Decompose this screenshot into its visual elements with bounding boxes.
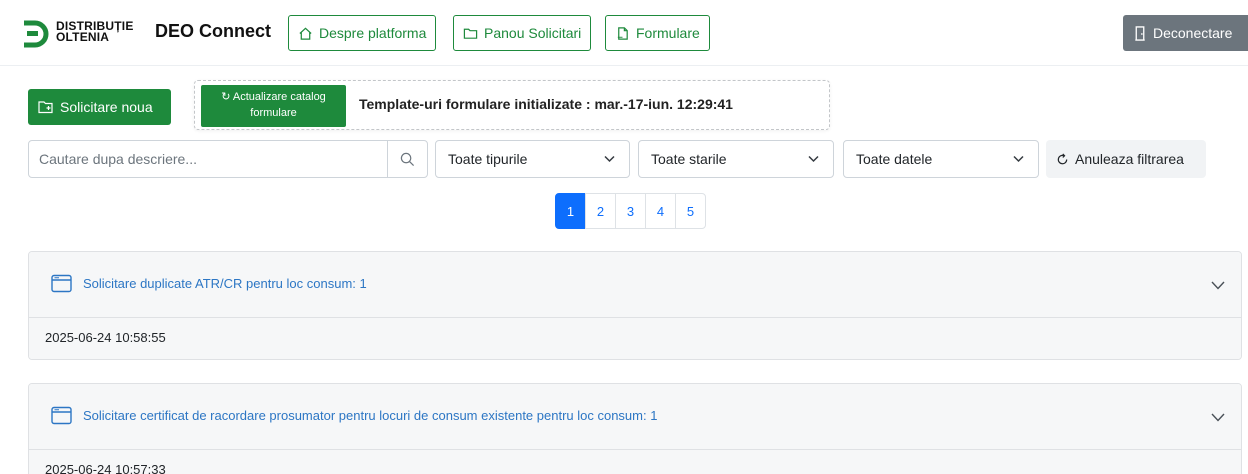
request-title-link[interactable]: Solicitare certificat de racordare prosu… — [83, 408, 657, 423]
page-5-button[interactable]: 5 — [675, 193, 706, 229]
window-icon — [51, 274, 72, 293]
distributie-oltenia-logo-icon — [24, 20, 49, 48]
new-folder-icon — [38, 101, 53, 114]
request-date: 2025-06-24 10:57:33 — [45, 462, 166, 474]
folder-icon — [463, 28, 478, 39]
nav-panou-solicitari-button[interactable]: Panou Solicitari — [453, 15, 592, 51]
page-3-button[interactable]: 3 — [615, 193, 646, 229]
page-2-button[interactable]: 2 — [585, 193, 616, 229]
catalog-status-text: Template-uri formulare initializate : ma… — [359, 96, 733, 112]
door-icon — [1135, 25, 1145, 41]
search-input[interactable] — [28, 140, 388, 178]
chevron-down-icon — [808, 155, 819, 163]
update-catalog-label: Actualizare catalog — [232, 91, 326, 103]
request-card-body: 2025-06-24 10:58:55 — [29, 318, 1241, 359]
state-filter-select[interactable]: Toate starile — [638, 140, 834, 178]
request-card-header[interactable]: Solicitare certificat de racordare prosu… — [29, 384, 1241, 450]
new-request-label: Solicitare noua — [60, 99, 153, 115]
reset-filters-button[interactable]: Anuleaza filtrarea — [1046, 140, 1206, 178]
chevron-down-icon — [604, 155, 615, 163]
logout-button[interactable]: Deconectare — [1123, 15, 1248, 51]
home-icon — [299, 27, 312, 40]
request-card: Solicitare duplicate ATR/CR pentru loc c… — [28, 251, 1242, 360]
update-catalog-button[interactable]: ↻ Actualizare catalog formulare — [201, 85, 346, 127]
chevron-down-icon[interactable] — [1211, 281, 1225, 290]
type-filter-select[interactable]: Toate tipurile — [435, 140, 630, 178]
nav-formulare-button[interactable]: Formulare — [605, 15, 710, 51]
chevron-down-icon[interactable] — [1211, 413, 1225, 422]
state-filter-value: Toate starile — [651, 151, 727, 167]
pagination: 1 2 3 4 5 — [555, 193, 706, 229]
page-1-button[interactable]: 1 — [555, 193, 586, 229]
search-icon — [400, 152, 415, 166]
update-catalog-label-line-2: formulare — [250, 107, 297, 119]
reset-filters-label: Anuleaza filtrarea — [1075, 151, 1184, 167]
search-button[interactable] — [387, 140, 428, 178]
navbar: DISTRIBUȚIE OLTENIA DEO Connect Despre p… — [0, 0, 1248, 66]
request-card: Solicitare certificat de racordare prosu… — [28, 383, 1242, 474]
refresh-icon: ↻ — [221, 91, 231, 103]
request-card-body: 2025-06-24 10:57:33 — [29, 450, 1241, 474]
request-card-header[interactable]: Solicitare duplicate ATR/CR pentru loc c… — [29, 252, 1241, 318]
date-filter-select[interactable]: Toate datele — [843, 140, 1039, 178]
refresh-icon — [1057, 153, 1068, 164]
request-title-link[interactable]: Solicitare duplicate ATR/CR pentru loc c… — [83, 276, 367, 291]
documents-icon — [617, 26, 628, 40]
request-date: 2025-06-24 10:58:55 — [45, 330, 166, 345]
search-group — [28, 140, 428, 178]
nav-formulare-label: Formulare — [636, 25, 700, 41]
nav-panou-solicitari-label: Panou Solicitari — [484, 25, 582, 41]
new-request-button[interactable]: Solicitare noua — [28, 89, 171, 125]
page-4-button[interactable]: 4 — [645, 193, 676, 229]
logout-label: Deconectare — [1153, 25, 1233, 41]
brand-line-2: OLTENIA — [56, 30, 110, 44]
date-filter-value: Toate datele — [856, 151, 933, 167]
update-catalog-label-line-1: ↻ Actualizare catalog — [201, 89, 346, 105]
catalog-panel: ↻ Actualizare catalog formulare Template… — [194, 80, 830, 130]
chevron-down-icon — [1013, 155, 1024, 163]
nav-despre-platforma-button[interactable]: Despre platforma — [288, 15, 437, 51]
type-filter-value: Toate tipurile — [448, 151, 528, 167]
app-title: DEO Connect — [155, 21, 272, 41]
window-icon — [51, 406, 72, 425]
nav-despre-platforma-label: Despre platforma — [319, 25, 427, 41]
brand-name: DISTRIBUȚIE OLTENIA — [56, 20, 134, 44]
